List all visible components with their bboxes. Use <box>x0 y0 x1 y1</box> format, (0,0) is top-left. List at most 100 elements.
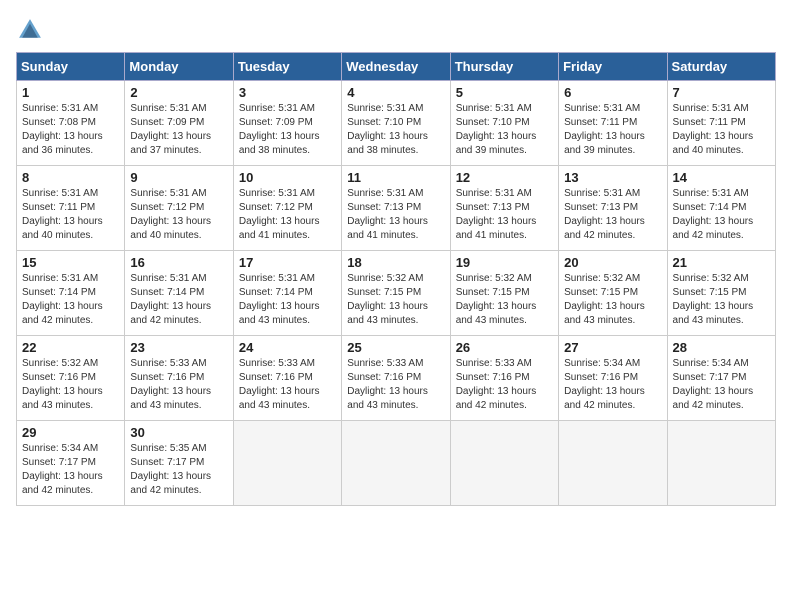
calendar-cell: 30 Sunrise: 5:35 AMSunset: 7:17 PMDayligh… <box>125 421 233 506</box>
day-info: Sunrise: 5:32 AMSunset: 7:15 PMDaylight:… <box>564 272 661 328</box>
day-number: 24 <box>239 340 336 355</box>
page-header <box>16 16 776 44</box>
calendar-cell: 3 Sunrise: 5:31 AMSunset: 7:09 PMDaylight… <box>233 81 341 166</box>
day-info: Sunrise: 5:35 AMSunset: 7:17 PMDaylight:… <box>130 442 227 498</box>
day-number: 2 <box>130 85 227 100</box>
day-number: 16 <box>130 255 227 270</box>
logo-icon <box>16 16 44 44</box>
day-number: 20 <box>564 255 661 270</box>
day-number: 30 <box>130 425 227 440</box>
calendar-cell: 15 Sunrise: 5:31 AMSunset: 7:14 PMDayligh… <box>17 251 125 336</box>
day-number: 13 <box>564 170 661 185</box>
calendar-body: 1 Sunrise: 5:31 AMSunset: 7:08 PMDaylight… <box>17 81 776 506</box>
weekday-header: Sunday <box>17 53 125 81</box>
calendar-header-row: SundayMondayTuesdayWednesdayThursdayFrid… <box>17 53 776 81</box>
weekday-header: Tuesday <box>233 53 341 81</box>
day-number: 22 <box>22 340 119 355</box>
calendar-cell: 29 Sunrise: 5:34 AMSunset: 7:17 PMDayligh… <box>17 421 125 506</box>
day-info: Sunrise: 5:32 AMSunset: 7:15 PMDaylight:… <box>347 272 444 328</box>
calendar-cell: 8 Sunrise: 5:31 AMSunset: 7:11 PMDaylight… <box>17 166 125 251</box>
day-info: Sunrise: 5:31 AMSunset: 7:08 PMDaylight:… <box>22 102 119 158</box>
day-info: Sunrise: 5:32 AMSunset: 7:15 PMDaylight:… <box>456 272 553 328</box>
calendar-cell: 20 Sunrise: 5:32 AMSunset: 7:15 PMDayligh… <box>559 251 667 336</box>
day-number: 7 <box>673 85 770 100</box>
day-number: 9 <box>130 170 227 185</box>
day-number: 29 <box>22 425 119 440</box>
weekday-header: Saturday <box>667 53 775 81</box>
day-number: 3 <box>239 85 336 100</box>
calendar-cell: 25 Sunrise: 5:33 AMSunset: 7:16 PMDayligh… <box>342 336 450 421</box>
day-number: 12 <box>456 170 553 185</box>
day-info: Sunrise: 5:32 AMSunset: 7:15 PMDaylight:… <box>673 272 770 328</box>
day-number: 25 <box>347 340 444 355</box>
calendar-cell: 13 Sunrise: 5:31 AMSunset: 7:13 PMDayligh… <box>559 166 667 251</box>
day-info: Sunrise: 5:31 AMSunset: 7:14 PMDaylight:… <box>22 272 119 328</box>
weekday-header: Monday <box>125 53 233 81</box>
calendar-cell: 21 Sunrise: 5:32 AMSunset: 7:15 PMDayligh… <box>667 251 775 336</box>
day-number: 27 <box>564 340 661 355</box>
calendar-cell: 10Sunrise: 5:31 AMSunset: 7:12 PMDayligh… <box>233 166 341 251</box>
day-info: Sunrise: 5:34 AMSunset: 7:16 PMDaylight:… <box>564 357 661 413</box>
calendar-cell: 22 Sunrise: 5:32 AMSunset: 7:16 PMDayligh… <box>17 336 125 421</box>
calendar-cell: 14 Sunrise: 5:31 AMSunset: 7:14 PMDayligh… <box>667 166 775 251</box>
calendar-cell <box>667 421 775 506</box>
weekday-header: Friday <box>559 53 667 81</box>
calendar-cell: 24Sunrise: 5:33 AMSunset: 7:16 PMDayligh… <box>233 336 341 421</box>
day-number: 18 <box>347 255 444 270</box>
day-info: Sunrise: 5:31 AMSunset: 7:13 PMDaylight:… <box>347 187 444 243</box>
day-number: 8 <box>22 170 119 185</box>
calendar-week-row: 1 Sunrise: 5:31 AMSunset: 7:08 PMDaylight… <box>17 81 776 166</box>
calendar-cell: 4 Sunrise: 5:31 AMSunset: 7:10 PMDaylight… <box>342 81 450 166</box>
day-number: 10 <box>239 170 336 185</box>
day-number: 1 <box>22 85 119 100</box>
day-info: Sunrise: 5:34 AMSunset: 7:17 PMDaylight:… <box>22 442 119 498</box>
weekday-header: Thursday <box>450 53 558 81</box>
day-number: 26 <box>456 340 553 355</box>
calendar-cell <box>559 421 667 506</box>
day-info: Sunrise: 5:31 AMSunset: 7:13 PMDaylight:… <box>456 187 553 243</box>
calendar-cell: 26 Sunrise: 5:33 AMSunset: 7:16 PMDayligh… <box>450 336 558 421</box>
calendar-cell: 1 Sunrise: 5:31 AMSunset: 7:08 PMDaylight… <box>17 81 125 166</box>
calendar-cell: 18 Sunrise: 5:32 AMSunset: 7:15 PMDayligh… <box>342 251 450 336</box>
calendar-week-row: 22 Sunrise: 5:32 AMSunset: 7:16 PMDayligh… <box>17 336 776 421</box>
day-number: 15 <box>22 255 119 270</box>
calendar-cell <box>342 421 450 506</box>
calendar-cell: 12 Sunrise: 5:31 AMSunset: 7:13 PMDayligh… <box>450 166 558 251</box>
calendar-cell: 5 Sunrise: 5:31 AMSunset: 7:10 PMDaylight… <box>450 81 558 166</box>
day-info: Sunrise: 5:31 AMSunset: 7:14 PMDaylight:… <box>239 272 336 328</box>
day-number: 17 <box>239 255 336 270</box>
day-info: Sunrise: 5:33 AMSunset: 7:16 PMDaylight:… <box>456 357 553 413</box>
day-info: Sunrise: 5:32 AMSunset: 7:16 PMDaylight:… <box>22 357 119 413</box>
day-info: Sunrise: 5:31 AMSunset: 7:10 PMDaylight:… <box>347 102 444 158</box>
day-info: Sunrise: 5:33 AMSunset: 7:16 PMDaylight:… <box>130 357 227 413</box>
calendar-cell <box>233 421 341 506</box>
day-info: Sunrise: 5:31 AMSunset: 7:11 PMDaylight:… <box>564 102 661 158</box>
day-number: 4 <box>347 85 444 100</box>
day-info: Sunrise: 5:31 AMSunset: 7:11 PMDaylight:… <box>673 102 770 158</box>
calendar-week-row: 29 Sunrise: 5:34 AMSunset: 7:17 PMDayligh… <box>17 421 776 506</box>
day-number: 21 <box>673 255 770 270</box>
calendar-cell: 27 Sunrise: 5:34 AMSunset: 7:16 PMDayligh… <box>559 336 667 421</box>
calendar-week-row: 8 Sunrise: 5:31 AMSunset: 7:11 PMDaylight… <box>17 166 776 251</box>
day-info: Sunrise: 5:31 AMSunset: 7:11 PMDaylight:… <box>22 187 119 243</box>
calendar-cell: 2 Sunrise: 5:31 AMSunset: 7:09 PMDaylight… <box>125 81 233 166</box>
calendar-cell: 7 Sunrise: 5:31 AMSunset: 7:11 PMDaylight… <box>667 81 775 166</box>
calendar-cell: 11 Sunrise: 5:31 AMSunset: 7:13 PMDayligh… <box>342 166 450 251</box>
day-info: Sunrise: 5:31 AMSunset: 7:09 PMDaylight:… <box>130 102 227 158</box>
day-info: Sunrise: 5:33 AMSunset: 7:16 PMDaylight:… <box>347 357 444 413</box>
day-number: 11 <box>347 170 444 185</box>
calendar-cell: 6Sunrise: 5:31 AMSunset: 7:11 PMDaylight… <box>559 81 667 166</box>
logo <box>16 16 48 44</box>
day-number: 5 <box>456 85 553 100</box>
weekday-header: Wednesday <box>342 53 450 81</box>
calendar-cell: 28Sunrise: 5:34 AMSunset: 7:17 PMDayligh… <box>667 336 775 421</box>
calendar-cell: 19Sunrise: 5:32 AMSunset: 7:15 PMDayligh… <box>450 251 558 336</box>
day-info: Sunrise: 5:31 AMSunset: 7:13 PMDaylight:… <box>564 187 661 243</box>
day-info: Sunrise: 5:31 AMSunset: 7:12 PMDaylight:… <box>130 187 227 243</box>
calendar-cell: 9 Sunrise: 5:31 AMSunset: 7:12 PMDaylight… <box>125 166 233 251</box>
day-info: Sunrise: 5:31 AMSunset: 7:10 PMDaylight:… <box>456 102 553 158</box>
day-number: 14 <box>673 170 770 185</box>
day-info: Sunrise: 5:34 AMSunset: 7:17 PMDaylight:… <box>673 357 770 413</box>
day-info: Sunrise: 5:31 AMSunset: 7:14 PMDaylight:… <box>673 187 770 243</box>
day-info: Sunrise: 5:31 AMSunset: 7:09 PMDaylight:… <box>239 102 336 158</box>
